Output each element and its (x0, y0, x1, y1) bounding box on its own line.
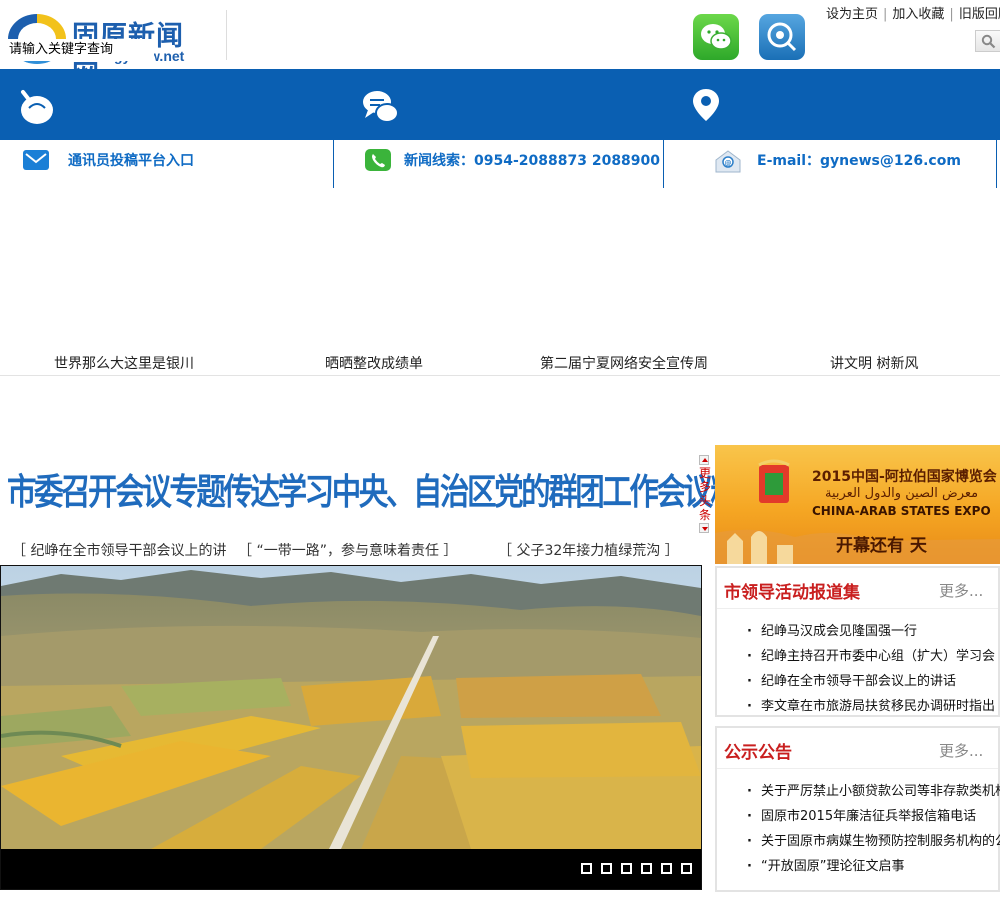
list-item[interactable]: 纪峥马汉成会见隆国强一行 (747, 619, 1000, 644)
set-homepage-link[interactable]: 设为主页 (826, 7, 878, 22)
topics-divider (0, 375, 1000, 376)
scroll-up-icon[interactable] (699, 455, 709, 465)
slider-dot[interactable] (681, 863, 692, 874)
phone-icon (365, 149, 391, 171)
list-item[interactable]: 李文章在市旅游局扶贫移民办调研时指出 (747, 694, 1000, 719)
expo-countdown: 开幕还有 天 (836, 536, 927, 556)
chat-bubbles-icon[interactable] (360, 86, 400, 126)
email-contact-label: E-mail：gynews@126.com (757, 153, 961, 169)
more-headlines[interactable]: 更多头条 (699, 455, 711, 539)
slider-dot[interactable] (581, 863, 592, 874)
site-logo[interactable]: 固原新闻网 www.gyxww.net 请输入关键字查询 (8, 12, 193, 91)
mail-icon (23, 150, 49, 170)
contact-divider (996, 140, 997, 188)
list-item[interactable]: 关于严厉禁止小额贷款公司等非存款类机构变 (747, 779, 1000, 804)
leader-activity-box: 市领导活动报道集 更多... 纪峥马汉成会见隆国强一行 纪峥主持召开市委中心组（… (715, 566, 1000, 719)
list-item[interactable]: “开放固原”理论征文启事 (747, 854, 1000, 879)
top-links: 设为主页 | 加入收藏 | 旧版回顾 (826, 3, 1000, 22)
search-button[interactable] (975, 30, 1000, 52)
paperclip-icon[interactable] (15, 86, 57, 128)
list-item[interactable]: 纪峥主持召开市委中心组（扩大）学习会 (747, 644, 1000, 669)
svg-text:@: @ (725, 159, 732, 167)
slider-controls (1, 849, 701, 889)
expo-banner[interactable]: 2015中国-阿拉伯国家博览会 معرض الصين والدول العربي… (715, 445, 1000, 564)
page: 固原新闻网 www.gyxww.net 请输入关键字查询 设为主页 | 加入收藏 | 旧… (0, 0, 1000, 909)
subheadline-link[interactable]: ［ 父子32年接力植绿荒沟 ］ (498, 540, 679, 560)
slider-dot[interactable] (661, 863, 672, 874)
leader-activity-more-link[interactable]: 更多... (939, 580, 983, 601)
slider-dot[interactable] (641, 863, 652, 874)
location-pin-icon[interactable] (692, 88, 720, 122)
add-favorite-link[interactable]: 加入收藏 (892, 7, 944, 22)
slide-photo[interactable] (1, 566, 701, 849)
expo-english-title: CHINA-ARAB STATES EXPO (812, 504, 991, 518)
weibo-icon[interactable] (759, 14, 805, 60)
expo-arabic-title: معرض الصين والدول العربية (825, 486, 979, 501)
top-link-separator: | (949, 7, 954, 22)
search-icon (981, 34, 996, 49)
news-hotline-label: 新闻线索：0954-2088873 2088900 (404, 153, 661, 169)
notice-list: 关于严厉禁止小额贷款公司等非存款类机构变 固原市2015年廉洁征兵举报信箱电话 … (747, 779, 1000, 879)
notice-more-link[interactable]: 更多... (939, 740, 983, 761)
list-item[interactable]: 固原市2015年廉洁征兵举报信箱电话 (747, 804, 1000, 829)
list-item[interactable]: 纪峥在全市领导干部会议上的讲话 (747, 669, 1000, 694)
contact-divider (663, 140, 664, 188)
leader-activity-title[interactable]: 市领导活动报道集 (724, 578, 860, 603)
more-headlines-label[interactable]: 更多头条 (699, 466, 711, 522)
header-divider (226, 10, 227, 60)
leader-activity-list: 纪峥马汉成会见隆国强一行 纪峥主持召开市委中心组（扩大）学习会 纪峥在全市领导干… (747, 619, 1000, 719)
notice-box: 公示公告 更多... 关于严厉禁止小额贷款公司等非存款类机构变 固原市2015年… (715, 726, 1000, 892)
topic-link[interactable]: 讲文明 树新风 (830, 353, 918, 373)
wechat-icon[interactable] (693, 14, 739, 60)
subheadline-link[interactable]: ［ “一带一路”，参与意味着责任 ］ (238, 540, 457, 560)
email-icon: @ (715, 150, 741, 173)
contributor-portal-label: 通讯员投稿平台入口 (68, 153, 194, 169)
headline-title[interactable]: 市委召开会议专题传达学习中央、自治区党的群团工作会议精神 (7, 463, 767, 515)
contact-divider (333, 140, 334, 188)
photo-slider[interactable] (0, 565, 702, 890)
list-item[interactable]: 关于固原市病媒生物预防控制服务机构的公示 (747, 829, 1000, 854)
topic-link[interactable]: 晒晒整改成绩单 (325, 353, 423, 373)
old-version-link[interactable]: 旧版回顾 (959, 7, 1000, 22)
nav-band (0, 69, 1000, 140)
subheadline-link[interactable]: ［ 纪峥在全市领导干部会议上的讲 (12, 540, 226, 560)
notice-title[interactable]: 公示公告 (724, 738, 792, 763)
slider-dot[interactable] (621, 863, 632, 874)
scroll-down-icon[interactable] (699, 523, 709, 533)
expo-title: 2015中国-阿拉伯国家博览会 (812, 469, 997, 485)
box-divider (717, 768, 998, 769)
box-divider (717, 608, 998, 609)
topic-link[interactable]: 第二届宁夏网络安全宣传周 (540, 353, 708, 373)
top-link-separator: | (883, 7, 888, 22)
topic-link[interactable]: 世界那么大这里是银川 (54, 353, 194, 373)
search-input[interactable]: 请输入关键字查询 (8, 39, 154, 61)
slider-dot[interactable] (601, 863, 612, 874)
